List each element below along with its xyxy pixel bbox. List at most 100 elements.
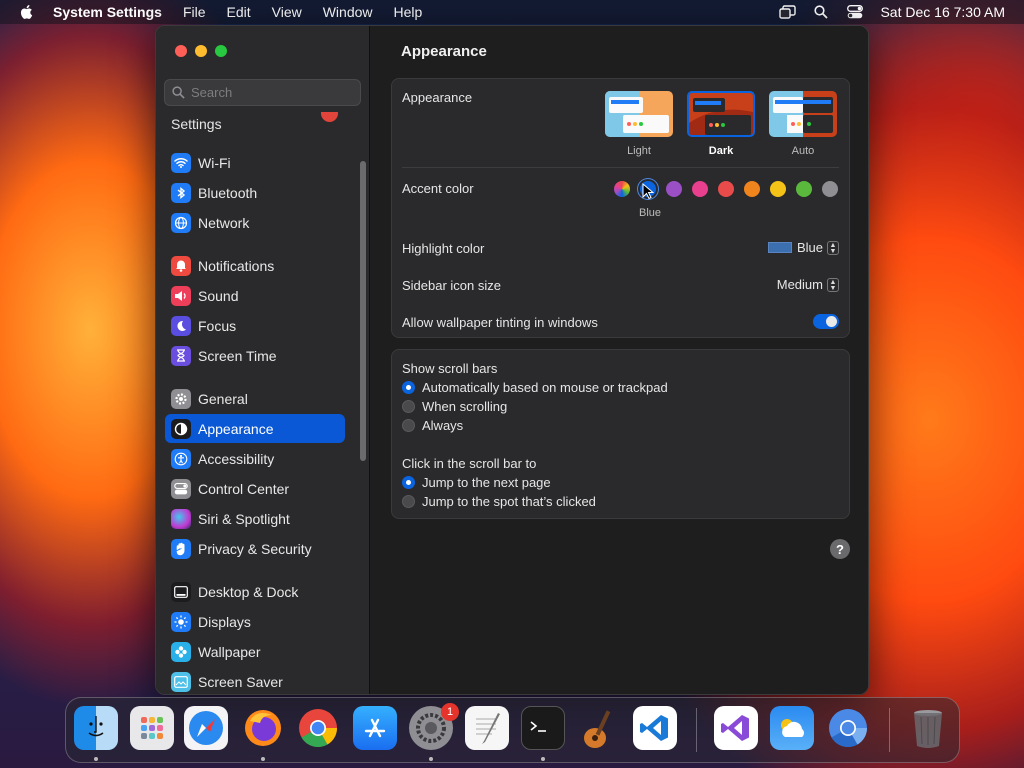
- radio-button[interactable]: [402, 419, 415, 432]
- accent-green[interactable]: [796, 181, 812, 197]
- sidebar-item-apple-id-settings[interactable]: Settings: [171, 116, 222, 132]
- sidebar-item-label: Desktop & Dock: [198, 583, 299, 600]
- wallpaper-tinting-toggle[interactable]: [813, 314, 839, 329]
- accent-yellow[interactable]: [770, 181, 786, 197]
- sidebar-item-focus[interactable]: Focus: [165, 311, 345, 340]
- sidebar-item-accessibility[interactable]: Accessibility: [165, 444, 345, 473]
- sidebar-item-general[interactable]: General: [165, 384, 345, 413]
- appearance-option-dark[interactable]: [687, 91, 755, 137]
- sidebar-list[interactable]: Settings Wi-Fi Bluetooth Network Notific…: [156, 112, 370, 694]
- dock-launchpad-icon[interactable]: [130, 706, 174, 750]
- minimize-button[interactable]: [195, 45, 207, 57]
- icon-size-value: Medium: [776, 277, 823, 292]
- menu-view[interactable]: View: [272, 4, 302, 20]
- dock-firefox-icon[interactable]: [241, 706, 285, 750]
- divider: [402, 167, 839, 168]
- sidebar-item-privacy-security[interactable]: Privacy & Security: [165, 534, 345, 563]
- radio-button[interactable]: [402, 381, 415, 394]
- sidebar-item-label: Screen Time: [198, 347, 277, 364]
- sidebar-item-bluetooth[interactable]: Bluetooth: [165, 178, 345, 207]
- sidebar-item-screen-saver[interactable]: Screen Saver: [165, 667, 345, 694]
- dock-terminal-icon[interactable]: [521, 706, 565, 750]
- sidebar-item-label: Displays: [198, 613, 251, 630]
- radio-scroll-when-scrolling[interactable]: When scrolling: [402, 399, 507, 414]
- appearance-option-auto[interactable]: [769, 91, 837, 137]
- accent-color-label: Accent color: [402, 181, 474, 196]
- help-button[interactable]: ?: [830, 539, 850, 559]
- chevron-updown-icon: ▲ ▼: [827, 277, 839, 292]
- app-name-menu[interactable]: System Settings: [53, 4, 162, 20]
- sidebar-item-wifi[interactable]: Wi-Fi: [165, 148, 345, 177]
- sidebar-item-siri-spotlight[interactable]: Siri & Spotlight: [165, 504, 345, 533]
- sidebar: Settings Wi-Fi Bluetooth Network Notific…: [156, 26, 370, 694]
- highlight-color-select[interactable]: Blue ▲ ▼: [767, 240, 839, 255]
- sidebar-item-label: Wi-Fi: [198, 154, 231, 171]
- close-button[interactable]: [175, 45, 187, 57]
- accent-purple[interactable]: [666, 181, 682, 197]
- dock-app-store-icon[interactable]: [353, 706, 397, 750]
- screen-mirroring-icon[interactable]: [778, 4, 796, 20]
- sidebar-item-label: General: [198, 390, 248, 407]
- accent-orange[interactable]: [744, 181, 760, 197]
- sidebar-item-sound[interactable]: Sound: [165, 281, 345, 310]
- hourglass-icon: [171, 345, 191, 366]
- radio-jump-next-page[interactable]: Jump to the next page: [402, 475, 551, 490]
- radio-button[interactable]: [402, 495, 415, 508]
- highlight-swatch: [767, 242, 792, 253]
- accent-graphite[interactable]: [822, 181, 838, 197]
- sidebar-icon-size-label: Sidebar icon size: [402, 278, 501, 293]
- appearance-icon: [171, 418, 191, 439]
- appearance-label-dark: Dark: [708, 145, 734, 157]
- sidebar-item-desktop-dock[interactable]: Desktop & Dock: [165, 577, 345, 606]
- search-input[interactable]: [191, 85, 351, 100]
- spotlight-search-icon[interactable]: [812, 4, 830, 20]
- menu-window[interactable]: Window: [323, 4, 373, 20]
- menu-clock[interactable]: Sat Dec 16 7:30 AM: [880, 4, 1005, 20]
- scroll-bars-panel: Show scroll bars Automatically based on …: [391, 349, 850, 519]
- sidebar-item-wallpaper[interactable]: Wallpaper: [165, 637, 345, 666]
- dock: 1: [65, 697, 960, 763]
- highlight-color-label: Highlight color: [402, 241, 485, 256]
- globe-icon: [171, 212, 191, 233]
- dock-weather-icon[interactable]: [770, 706, 814, 750]
- radio-jump-spot-clicked[interactable]: Jump to the spot that’s clicked: [402, 494, 596, 509]
- dock-textedit-icon[interactable]: [465, 706, 509, 750]
- sidebar-icon-size-select[interactable]: Medium ▲ ▼: [777, 277, 839, 292]
- sidebar-item-control-center[interactable]: Control Center: [165, 474, 345, 503]
- sidebar-item-network[interactable]: Network: [165, 208, 345, 237]
- dock-finder-icon[interactable]: [74, 706, 118, 750]
- dock-garageband-icon[interactable]: [577, 706, 621, 750]
- radio-scroll-always[interactable]: Always: [402, 418, 463, 433]
- dock-chromium-icon[interactable]: [826, 706, 870, 750]
- radio-button[interactable]: [402, 400, 415, 413]
- dock-safari-icon[interactable]: [184, 706, 228, 750]
- menu-file[interactable]: File: [183, 4, 206, 20]
- chevron-updown-icon: ▲ ▼: [827, 240, 839, 255]
- menu-edit[interactable]: Edit: [227, 4, 251, 20]
- dock-separator: [696, 708, 697, 752]
- dock-icon: [171, 581, 191, 602]
- dock-visual-studio-icon[interactable]: [714, 706, 758, 750]
- sidebar-item-appearance[interactable]: Appearance: [165, 414, 345, 443]
- running-indicator: [429, 757, 433, 761]
- sidebar-item-screen-time[interactable]: Screen Time: [165, 341, 345, 370]
- dock-vscode-icon[interactable]: [633, 706, 677, 750]
- radio-scroll-automatic[interactable]: Automatically based on mouse or trackpad: [402, 380, 668, 395]
- sidebar-scrollbar[interactable]: [360, 161, 366, 461]
- appearance-option-light[interactable]: [605, 91, 673, 137]
- search-field[interactable]: [164, 79, 361, 106]
- sidebar-item-label: Network: [198, 214, 250, 231]
- accent-pink[interactable]: [692, 181, 708, 197]
- control-center-menu-icon[interactable]: [846, 4, 864, 20]
- sidebar-item-label: Appearance: [198, 420, 274, 437]
- dock-chrome-icon[interactable]: [296, 706, 340, 750]
- zoom-button[interactable]: [215, 45, 227, 57]
- menu-help[interactable]: Help: [394, 4, 423, 20]
- apple-menu-icon[interactable]: [18, 3, 36, 21]
- dock-trash-icon[interactable]: [906, 706, 950, 750]
- sidebar-item-displays[interactable]: Displays: [165, 607, 345, 636]
- radio-button[interactable]: [402, 476, 415, 489]
- accent-red[interactable]: [718, 181, 734, 197]
- accent-multicolor[interactable]: [614, 181, 630, 197]
- sidebar-item-notifications[interactable]: Notifications: [165, 251, 345, 280]
